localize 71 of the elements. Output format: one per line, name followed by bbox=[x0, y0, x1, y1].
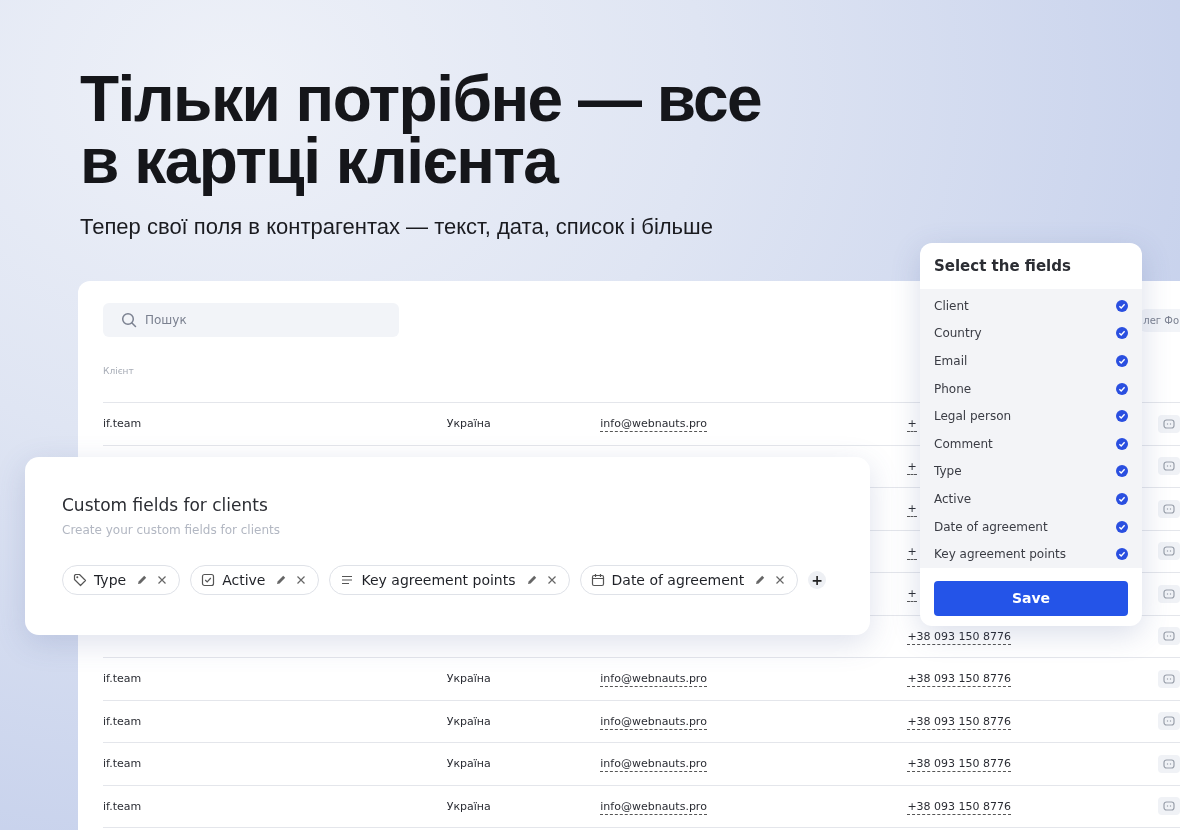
checked-icon[interactable] bbox=[1116, 382, 1128, 395]
chip-label: Type bbox=[94, 572, 127, 588]
checked-icon[interactable] bbox=[1116, 327, 1128, 340]
table-cell-text: if.team bbox=[103, 799, 143, 813]
field-option[interactable]: Key agreement points bbox=[934, 547, 1067, 562]
pencil-icon[interactable] bbox=[754, 574, 767, 586]
phone-link[interactable]: +38 093 150 8776 bbox=[907, 629, 1012, 645]
tag-icon bbox=[73, 573, 87, 587]
email-link[interactable]: info@webnauts.pro bbox=[600, 417, 707, 433]
checked-icon[interactable] bbox=[1116, 410, 1128, 423]
table-cell-text: Україна bbox=[446, 799, 492, 813]
field-option[interactable]: Comment bbox=[934, 436, 993, 451]
search-icon bbox=[121, 312, 137, 328]
field-option[interactable]: Email bbox=[934, 354, 968, 368]
phone-link[interactable]: + bbox=[907, 459, 917, 475]
field-option[interactable]: Phone bbox=[934, 381, 972, 396]
field-option[interactable]: Date of agreement bbox=[934, 519, 1048, 534]
email-link[interactable]: info@webnauts.pro bbox=[600, 672, 707, 688]
field-option[interactable]: Active bbox=[934, 491, 972, 506]
close-icon[interactable] bbox=[546, 575, 557, 585]
calendar-icon bbox=[590, 573, 605, 587]
close-icon[interactable] bbox=[157, 575, 168, 585]
pencil-icon[interactable] bbox=[136, 574, 149, 586]
phone-link[interactable]: + bbox=[907, 502, 917, 518]
search-field[interactable]: Пошук bbox=[103, 303, 399, 337]
table-cell-text: if.team bbox=[103, 417, 143, 431]
checked-icon[interactable] bbox=[1116, 465, 1128, 478]
phone-link[interactable]: +38 093 150 8776 bbox=[907, 672, 1012, 688]
chip-label: Key agreement points bbox=[361, 572, 516, 588]
checked-icon[interactable] bbox=[1116, 437, 1128, 450]
field-option[interactable]: Country bbox=[934, 326, 982, 341]
pencil-icon[interactable] bbox=[275, 574, 288, 586]
card-subtitle: Create your custom fields for clients bbox=[62, 523, 281, 537]
email-link[interactable]: info@webnauts.pro bbox=[600, 757, 707, 773]
chip-label: Date of agreement bbox=[611, 572, 745, 588]
checked-icon[interactable] bbox=[1116, 520, 1128, 533]
field-option[interactable]: Legal person bbox=[934, 409, 1012, 424]
table-cell-text: Україна bbox=[446, 757, 492, 771]
popup-title: Select the fields bbox=[933, 256, 1072, 277]
phone-link[interactable]: + bbox=[907, 587, 917, 603]
lines-icon bbox=[340, 573, 355, 587]
phone-link[interactable]: +38 093 150 8776 bbox=[907, 757, 1012, 773]
close-icon[interactable] bbox=[296, 575, 307, 585]
save-button[interactable]: Save bbox=[934, 580, 1128, 616]
table-cell-text: Україна bbox=[446, 714, 492, 728]
phone-link[interactable]: +38 093 150 8776 bbox=[907, 799, 1012, 815]
checked-icon[interactable] bbox=[1116, 355, 1128, 367]
phone-link[interactable]: + bbox=[907, 544, 917, 560]
table-cell-text: if.team bbox=[103, 757, 143, 771]
close-icon[interactable] bbox=[775, 575, 786, 585]
phone-link[interactable]: +38 093 150 8776 bbox=[907, 714, 1012, 730]
checked-icon[interactable] bbox=[1116, 299, 1128, 312]
table-cell-text: if.team bbox=[103, 672, 143, 686]
table-cell-text: Україна bbox=[446, 672, 492, 686]
email-link[interactable]: info@webnauts.pro bbox=[600, 714, 707, 730]
column-header: Клієнт bbox=[103, 366, 134, 376]
checked-icon[interactable] bbox=[1116, 548, 1128, 561]
table-cell-text: Україна bbox=[446, 417, 492, 431]
filter-chip[interactable]: лег Фо bbox=[1140, 308, 1180, 332]
card-title: Custom fields for clients bbox=[62, 495, 269, 515]
subtitle: Тепер свої поля в контрагентах — текст, дата, список і більше bbox=[80, 214, 714, 240]
table-cell-text: if.team bbox=[103, 714, 143, 728]
checkbox-icon bbox=[201, 573, 216, 587]
phone-link[interactable]: + bbox=[907, 417, 917, 433]
pencil-icon[interactable] bbox=[525, 574, 538, 586]
add-button[interactable]: + bbox=[808, 571, 827, 589]
field-option[interactable]: Client bbox=[934, 298, 969, 313]
email-link[interactable]: info@webnauts.pro bbox=[600, 799, 707, 815]
checked-icon[interactable] bbox=[1116, 492, 1128, 505]
field-option[interactable]: Type bbox=[934, 464, 962, 479]
chip-label: Active bbox=[222, 572, 266, 588]
